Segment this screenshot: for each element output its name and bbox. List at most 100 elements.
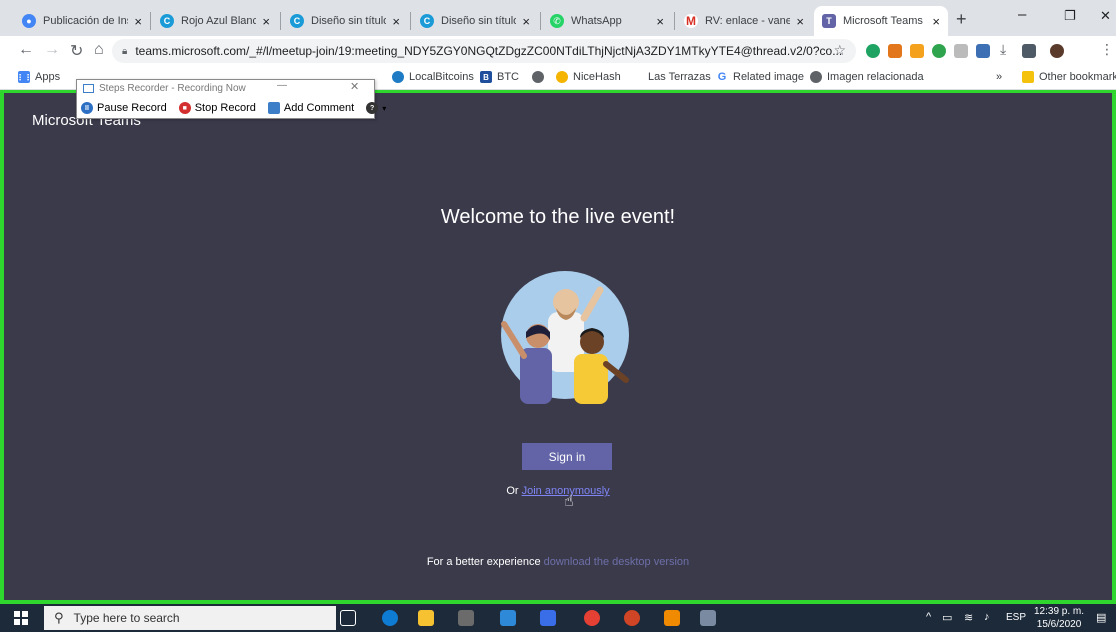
wifi-icon[interactable]: ≋ — [964, 611, 973, 624]
localbitcoins-icon — [392, 71, 404, 83]
close-window-button[interactable]: ✕ — [1100, 8, 1111, 24]
stop-record-label: Stop Record — [194, 102, 256, 114]
join-anonymously-line: Or Join anonymously — [4, 485, 1112, 497]
recorder-minimize-button[interactable]: — — [277, 80, 287, 91]
bookmark-related-image[interactable]: G Related image — [716, 71, 804, 83]
sign-in-button[interactable]: Sign in — [522, 443, 612, 470]
metamask-icon[interactable] — [888, 44, 902, 58]
close-tab-icon[interactable]: × — [932, 14, 940, 29]
new-tab-button[interactable]: + — [956, 9, 967, 30]
bookmark-label: BTC — [497, 71, 519, 83]
add-comment-label: Add Comment — [283, 102, 355, 114]
close-tab-icon[interactable]: × — [134, 14, 142, 29]
shield-icon[interactable] — [976, 44, 990, 58]
tab-microsoft-teams[interactable]: T Microsoft Teams × — [814, 6, 948, 36]
close-tab-icon[interactable]: × — [656, 14, 664, 29]
globe-icon — [532, 71, 544, 83]
bookmarks-overflow-button[interactable]: » — [996, 71, 1002, 83]
address-url: teams.microsoft.com/_#/l/meetup-join/19:… — [135, 44, 843, 58]
keyboard-icon[interactable] — [1022, 44, 1036, 58]
help-icon: ? — [366, 102, 379, 114]
tab-whatsapp[interactable]: ✆ WhatsApp × — [542, 6, 672, 36]
bookmark-apps[interactable]: ⋮⋮ Apps — [16, 71, 61, 83]
tab-rojo-azul[interactable]: C Rojo Azul Blanco ( × — [152, 6, 278, 36]
close-tab-icon[interactable]: × — [522, 14, 530, 29]
show-hidden-icons-icon[interactable]: ^ — [926, 611, 931, 623]
rss-icon[interactable] — [910, 44, 924, 58]
bookmark-nicehash[interactable]: NiceHash — [556, 71, 621, 83]
edge-icon[interactable] — [382, 610, 398, 626]
browser-tab-strip: ● Publicación de Ins × C Rojo Azul Blanc… — [0, 0, 1116, 36]
download-desktop-link[interactable]: download the desktop version — [544, 556, 690, 568]
language-indicator[interactable]: ESP — [1006, 612, 1026, 623]
taskbar-clock[interactable]: 12:39 p. m. 15/6/2020 — [1034, 605, 1084, 631]
forward-arrow-icon[interactable]: → — [44, 41, 60, 59]
clock-date: 15/6/2020 — [1036, 619, 1082, 630]
store-icon[interactable] — [458, 610, 474, 626]
taskbar-search-box[interactable]: ⚲ Type here to search — [44, 606, 336, 630]
volume-icon[interactable]: ♪ — [984, 611, 990, 623]
overflow-chevron-icon: » — [996, 71, 1003, 83]
bookmark-label: Las Terrazas — [648, 71, 711, 83]
apps-grid-icon: ⋮⋮ — [16, 71, 32, 83]
chrome-taskbar-icon[interactable] — [584, 610, 600, 626]
help-dropdown-chevron-icon: ▾ — [382, 103, 387, 113]
close-tab-icon[interactable]: × — [796, 14, 804, 29]
extension-green-icon[interactable] — [866, 44, 880, 58]
bookmark-imagen-relacionada[interactable]: Imagen relacionada — [810, 71, 924, 83]
bookmark-label: Apps — [35, 71, 61, 83]
bookmark-label: NiceHash — [573, 71, 621, 83]
tab-diseno-1[interactable]: C Diseño sin título - × — [282, 6, 408, 36]
tab-gmail[interactable]: M RV: enlace - vanes × — [676, 6, 812, 36]
steps-recorder-titlebar[interactable]: Steps Recorder - Recording Now — ✕ — [77, 80, 374, 96]
profile-avatar[interactable] — [1050, 44, 1064, 58]
extension-audio-icon[interactable] — [932, 44, 946, 58]
close-tab-icon[interactable]: × — [262, 14, 270, 29]
bookmark-star-icon[interactable]: ☆ — [833, 42, 846, 59]
browser-toolbar: ← → ↻ ⌂ 🔒︎ teams.microsoft.com/_#/l/meet… — [0, 36, 1116, 66]
help-button[interactable]: ? ▾ — [366, 102, 386, 114]
bookmark-globe[interactable] — [532, 71, 549, 83]
bookmark-las-terrazas[interactable]: Las Terrazas — [648, 71, 711, 83]
extension-grey-icon[interactable] — [954, 44, 968, 58]
close-tab-icon[interactable]: × — [392, 14, 400, 29]
stop-icon: ■ — [178, 102, 191, 114]
tab-publicacion[interactable]: ● Publicación de Ins × — [14, 6, 150, 36]
bookmark-localbitcoins[interactable]: LocalBitcoins — [392, 71, 474, 83]
steps-recorder-taskbar-icon[interactable] — [700, 610, 716, 626]
gmail-icon: M — [684, 14, 698, 28]
home-icon[interactable]: ⌂ — [94, 41, 104, 59]
powerpoint-icon[interactable] — [624, 610, 640, 626]
stop-record-button[interactable]: ■ Stop Record — [178, 102, 256, 114]
globe-icon — [810, 71, 822, 83]
tab-diseno-2[interactable]: C Diseño sin título - × — [412, 6, 538, 36]
battery-icon[interactable]: ▭ — [942, 611, 952, 624]
address-bar[interactable]: 🔒︎ teams.microsoft.com/_#/l/meetup-join/… — [112, 39, 856, 63]
file-explorer-icon[interactable] — [418, 610, 434, 626]
mail-icon[interactable] — [500, 610, 516, 626]
restore-window-button[interactable]: ❐ — [1064, 8, 1076, 24]
bookmark-other[interactable]: Other bookmarks — [1022, 71, 1116, 83]
app-icon[interactable] — [540, 610, 556, 626]
recorder-close-button[interactable]: ✕ — [350, 80, 359, 93]
better-experience-label: For a better experience — [426, 556, 541, 568]
pause-record-button[interactable]: II Pause Record — [81, 102, 167, 114]
bookmark-btc[interactable]: B BTC — [480, 71, 519, 83]
back-arrow-icon[interactable]: ← — [18, 41, 34, 59]
minimize-window-button[interactable]: – — [1018, 6, 1026, 23]
vlc-icon[interactable] — [664, 610, 680, 626]
tab-title: Diseño sin título - — [311, 15, 387, 27]
bookmark-label: LocalBitcoins — [409, 71, 474, 83]
add-comment-button[interactable]: Add Comment — [267, 102, 355, 114]
tab-title: Rojo Azul Blanco ( — [181, 15, 257, 27]
comment-icon — [267, 102, 280, 114]
teams-page: Microsoft Teams Welcome to the live even… — [0, 90, 1116, 604]
notifications-icon[interactable]: ▤ — [1096, 611, 1106, 624]
reload-icon[interactable]: ↻ — [70, 41, 83, 61]
download-icon[interactable]: ⤓ — [1000, 41, 1014, 57]
or-label: Or — [506, 485, 519, 497]
menu-dots-icon[interactable]: ⋮ — [1100, 41, 1114, 58]
task-view-icon[interactable] — [340, 610, 356, 626]
windows-start-icon[interactable] — [14, 611, 28, 625]
better-experience-line: For a better experience download the des… — [4, 556, 1112, 568]
